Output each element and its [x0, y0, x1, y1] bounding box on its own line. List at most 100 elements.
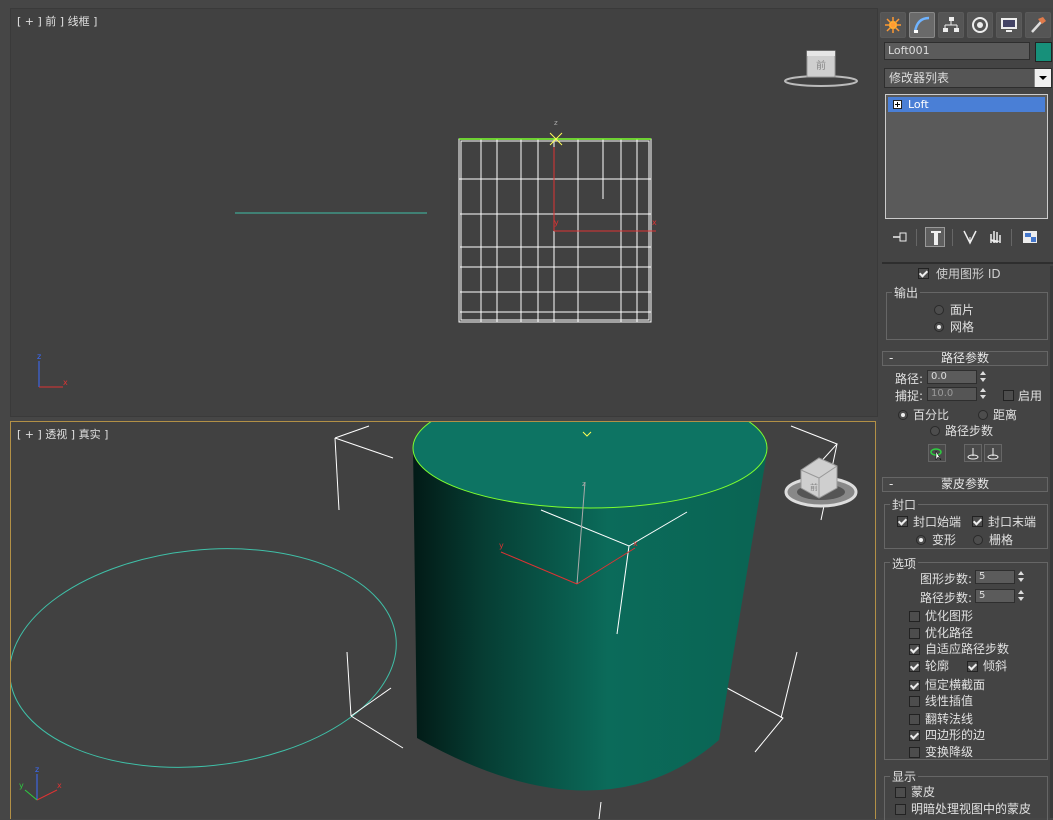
display-tab[interactable] — [996, 12, 1022, 38]
constant-cross-section-checkbox[interactable] — [909, 680, 920, 691]
output-mesh-label: 网格 — [950, 320, 975, 334]
skin-in-shaded-label: 明暗处理视图中的蒙皮 — [911, 802, 1032, 816]
constant-cross-section-label: 恒定横截面 — [925, 678, 986, 692]
use-shape-id-checkbox[interactable] — [918, 268, 929, 279]
banking-checkbox[interactable] — [967, 661, 978, 672]
output-mesh-radio[interactable] — [934, 322, 944, 332]
grid-radio[interactable] — [973, 535, 983, 545]
morph-radio[interactable] — [916, 535, 926, 545]
object-color-swatch[interactable] — [1035, 42, 1052, 62]
motion-icon — [972, 17, 988, 33]
quad-sides-checkbox[interactable] — [909, 730, 920, 741]
svg-text:x: x — [63, 378, 68, 387]
front-viewport-label[interactable]: [ + ] 前 ] 线框 ] — [17, 13, 97, 29]
stack-item-loft[interactable]: Loft — [888, 97, 1045, 112]
object-name-field[interactable]: Loft001 — [884, 42, 1030, 60]
contour-checkbox[interactable] — [909, 661, 920, 672]
optimize-path-label: 优化路径 — [925, 626, 974, 640]
flip-normals-label: 翻转法线 — [925, 712, 974, 726]
svg-text:z: z — [554, 119, 558, 127]
cap-start-checkbox[interactable] — [897, 516, 908, 527]
stack-toolbar — [878, 226, 1053, 248]
skin-params-title: 蒙皮参数 — [940, 477, 989, 491]
path-value[interactable]: 0.0 — [927, 370, 977, 384]
cap-end-checkbox[interactable] — [972, 516, 983, 527]
linear-interpolation-label: 线性插值 — [925, 694, 974, 708]
distance-radio[interactable] — [978, 410, 988, 420]
path-steps-spinner[interactable]: 5 — [975, 589, 1035, 603]
expand-plus-icon[interactable] — [893, 100, 902, 109]
end-result-icon — [931, 231, 941, 245]
path-params-rollout-header[interactable]: - 路径参数 — [882, 351, 1048, 366]
configure-icon — [1023, 231, 1037, 243]
previous-shape-button[interactable] — [964, 444, 982, 462]
banking-label: 倾斜 — [983, 659, 1008, 673]
svg-text:x: x — [57, 781, 62, 790]
skin-in-shaded-checkbox[interactable] — [895, 804, 906, 815]
skin-checkbox[interactable] — [895, 787, 906, 798]
optimize-path-checkbox[interactable] — [909, 628, 920, 639]
chevron-down-icon[interactable] — [1034, 69, 1051, 87]
make-unique-button[interactable] — [961, 227, 981, 247]
path-steps-value[interactable]: 5 — [975, 589, 1015, 603]
shape-steps-spinner[interactable]: 5 — [975, 570, 1035, 584]
perspective-viewport-canvas[interactable]: z y x z x y 前 — [11, 422, 875, 819]
collapse-minus-icon: - — [889, 351, 894, 365]
create-tab[interactable] — [880, 12, 906, 38]
grid-label: 栅格 — [989, 533, 1014, 547]
spinner-arrows-icon[interactable] — [979, 370, 988, 384]
pin-icon — [893, 232, 907, 242]
svg-text:z: z — [582, 480, 586, 488]
utilities-tab[interactable] — [1025, 12, 1051, 38]
modify-tab[interactable] — [909, 12, 935, 38]
front-viewport[interactable]: z y x z x 前 [ + ] 前 ] 线框 ] — [10, 8, 878, 417]
adaptive-path-steps-checkbox[interactable] — [909, 644, 920, 655]
remove-modifier-button[interactable] — [985, 227, 1005, 247]
perspective-viewport[interactable]: z y x z x y 前 [ + ] 透视 ] 真实 ] — [10, 421, 876, 819]
output-patch-radio[interactable] — [934, 305, 944, 315]
hierarchy-icon — [943, 17, 959, 32]
motion-tab[interactable] — [967, 12, 993, 38]
spinner-arrows-icon[interactable] — [1017, 570, 1026, 584]
svg-text:前: 前 — [810, 482, 818, 492]
svg-text:y: y — [19, 781, 24, 790]
pin-stack-button[interactable] — [890, 227, 910, 247]
snap-enable-label: 启用 — [1018, 389, 1043, 403]
optimize-shapes-checkbox[interactable] — [909, 611, 920, 622]
perspective-viewport-label[interactable]: [ + ] 透视 ] 真实 ] — [17, 426, 108, 442]
next-shape-button[interactable] — [984, 444, 1002, 462]
quad-sides-label: 四边形的边 — [925, 728, 986, 742]
path-spinner[interactable]: 0.0 — [927, 370, 987, 384]
linear-interpolation-checkbox[interactable] — [909, 696, 920, 707]
front-viewport-canvas[interactable]: z y x z x 前 — [11, 9, 877, 416]
shape-steps-value[interactable]: 5 — [975, 570, 1015, 584]
hierarchy-tab[interactable] — [938, 12, 964, 38]
snap-value[interactable]: 10.0 — [927, 387, 977, 401]
percent-radio[interactable] — [898, 410, 908, 420]
spinner-arrows-icon[interactable] — [979, 387, 988, 401]
snap-enable-checkbox[interactable] — [1003, 390, 1014, 401]
modify-icon — [913, 16, 930, 33]
cap-end-label: 封口末端 — [988, 515, 1037, 529]
svg-text:y: y — [499, 541, 504, 550]
skin-params-rollout-header[interactable]: - 蒙皮参数 — [882, 477, 1048, 492]
configure-modifier-sets-button[interactable] — [1020, 227, 1040, 247]
show-end-result-button[interactable] — [925, 227, 945, 247]
flip-normals-checkbox[interactable] — [909, 714, 920, 725]
viewcube-perspective: 前 — [784, 457, 858, 508]
transform-degrade-checkbox[interactable] — [909, 747, 920, 758]
path-label: 路径: — [895, 372, 924, 386]
svg-text:x: x — [633, 539, 638, 548]
svg-text:z: z — [37, 352, 41, 361]
create-icon — [885, 17, 901, 33]
path-steps-mode-label: 路径步数 — [945, 424, 994, 438]
path-steps-radio[interactable] — [930, 426, 940, 436]
output-group-title: 输出 — [892, 284, 921, 301]
pick-shape-button[interactable] — [928, 444, 946, 462]
snap-spinner[interactable]: 10.0 — [927, 387, 987, 401]
svg-text:x: x — [652, 218, 657, 227]
modifier-list-dropdown[interactable]: 修改器列表 — [884, 68, 1052, 88]
spinner-arrows-icon[interactable] — [1017, 589, 1026, 603]
output-patch-label: 面片 — [950, 303, 975, 317]
modifier-stack-list[interactable]: Loft — [885, 94, 1048, 219]
